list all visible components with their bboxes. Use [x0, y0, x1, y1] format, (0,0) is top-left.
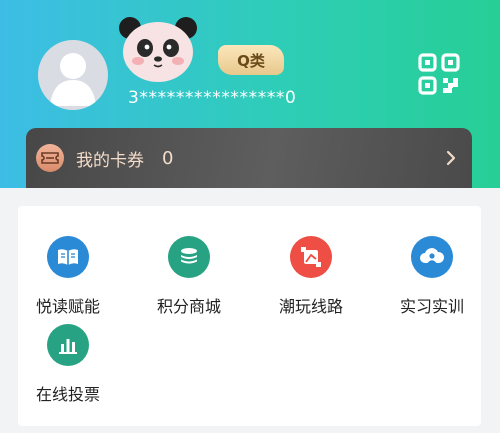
- coins-stack-icon: [168, 236, 210, 278]
- my-coupons-card[interactable]: 我的卡券 0: [26, 128, 472, 188]
- menu-item-label: 积分商城: [156, 297, 221, 316]
- member-level-badge: Q类: [218, 45, 284, 75]
- coupons-count: 0: [162, 147, 174, 169]
- user-avatar-icon[interactable]: [38, 40, 108, 110]
- chevron-right-icon: [446, 150, 456, 166]
- menu-item-online-voting[interactable]: 在线投票: [13, 324, 123, 414]
- menu-item-routes[interactable]: 潮玩线路: [256, 236, 366, 326]
- member-level-label: Q类: [237, 51, 265, 70]
- menu-item-label: 在线投票: [35, 385, 100, 404]
- menu-item-label: 悦读赋能: [35, 297, 100, 316]
- route-icon: [290, 236, 332, 278]
- ticket-icon: [36, 144, 64, 172]
- menu-item-label: 潮玩线路: [278, 297, 343, 316]
- masked-phone-number: 3****************0: [128, 88, 297, 108]
- bar-chart-icon: [47, 324, 89, 366]
- panda-icon: [119, 17, 197, 82]
- menu-item-points-mall[interactable]: 积分商城: [134, 236, 244, 326]
- book-icon: [47, 236, 89, 278]
- cloud-user-icon: [411, 236, 453, 278]
- coupons-label: 我的卡券: [76, 150, 144, 171]
- feature-menu-panel: 悦读赋能 积分商城 潮玩线路 实习实训 在线投票: [18, 206, 481, 426]
- menu-item-label: 实习实训: [399, 297, 464, 316]
- menu-item-internship[interactable]: 实习实训: [377, 236, 487, 326]
- profile-header: Q类 3****************0 我的卡券 0: [0, 0, 500, 188]
- qr-code-icon[interactable]: [417, 52, 461, 96]
- menu-item-reading[interactable]: 悦读赋能: [13, 236, 123, 326]
